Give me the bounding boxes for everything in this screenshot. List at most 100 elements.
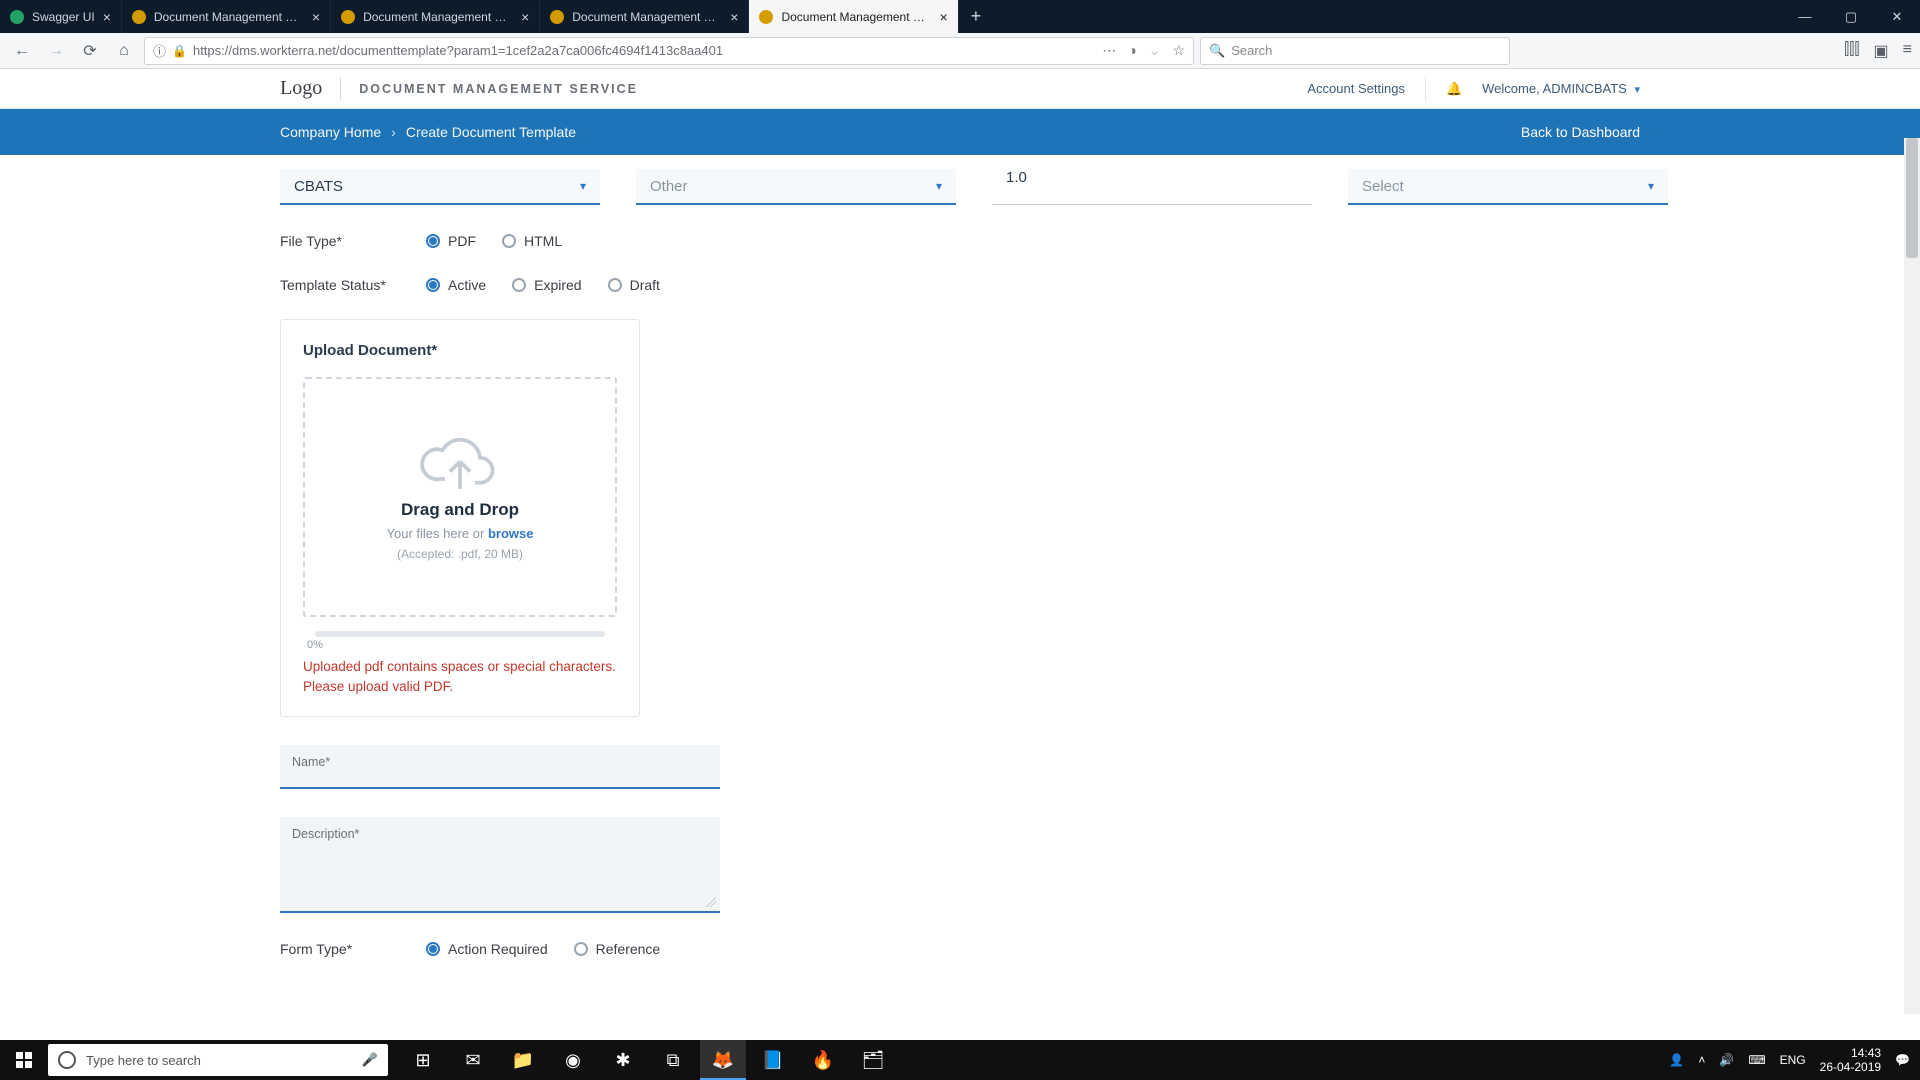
slack-icon[interactable]: ✱ bbox=[600, 1040, 646, 1080]
scrollbar[interactable] bbox=[1904, 138, 1920, 1014]
chrome-icon[interactable]: ◉ bbox=[550, 1040, 596, 1080]
close-icon[interactable]: × bbox=[312, 9, 320, 25]
bell-icon[interactable]: 🔔 bbox=[1446, 81, 1462, 97]
mic-icon[interactable]: 🎤 bbox=[362, 1052, 378, 1068]
crumb-home[interactable]: Company Home bbox=[280, 124, 381, 140]
back-button[interactable]: ← bbox=[8, 37, 36, 65]
radio-active[interactable]: Active bbox=[426, 277, 486, 293]
browser-navbar: ← → ⟳ ⌂ ⓘ 🔒 https://dms.workterra.net/do… bbox=[0, 33, 1920, 69]
tab-dms-1[interactable]: Document Management Servic × bbox=[122, 0, 331, 33]
generic-select[interactable]: Select ▾ bbox=[1348, 169, 1668, 205]
field-label: Description* bbox=[292, 827, 708, 841]
sidebar-icon[interactable]: ▣ bbox=[1874, 41, 1889, 61]
taskbar-search[interactable]: Type here to search 🎤 bbox=[48, 1044, 388, 1076]
resize-grip-icon[interactable] bbox=[706, 897, 716, 907]
tab-label: Document Management Servic bbox=[154, 10, 304, 24]
service-title: DOCUMENT MANAGEMENT SERVICE bbox=[359, 82, 638, 96]
address-bar[interactable]: ⓘ 🔒 https://dms.workterra.net/documentte… bbox=[144, 37, 1194, 65]
task-view-icon[interactable]: ⊞ bbox=[400, 1040, 446, 1080]
lock-icon: 🔒 bbox=[172, 44, 187, 58]
tab-dms-2[interactable]: Document Management Servic × bbox=[331, 0, 540, 33]
radio-html[interactable]: HTML bbox=[502, 233, 562, 249]
tab-swagger[interactable]: Swagger UI × bbox=[0, 0, 122, 33]
back-to-dashboard[interactable]: Back to Dashboard bbox=[1521, 124, 1640, 140]
user-menu[interactable]: Welcome, ADMINCBATS ▾ bbox=[1482, 81, 1640, 96]
maximize-icon[interactable]: ▢ bbox=[1828, 0, 1874, 33]
search-placeholder: Type here to search bbox=[86, 1053, 201, 1068]
radio-pdf[interactable]: PDF bbox=[426, 233, 476, 249]
close-icon[interactable]: × bbox=[103, 9, 111, 25]
radio-expired[interactable]: Expired bbox=[512, 277, 581, 293]
select-value: Other bbox=[650, 178, 688, 195]
logo: Logo bbox=[280, 77, 341, 100]
vscode-icon[interactable]: ⧉ bbox=[650, 1040, 696, 1080]
start-button[interactable] bbox=[0, 1052, 48, 1068]
version-input[interactable]: 1.0 bbox=[992, 169, 1312, 205]
tab-dms-active[interactable]: Document Management Servic × bbox=[749, 0, 958, 33]
category-select[interactable]: Other ▾ bbox=[636, 169, 956, 205]
action-center-icon[interactable]: 💬 bbox=[1895, 1053, 1910, 1067]
people-icon[interactable]: 👤 bbox=[1669, 1053, 1684, 1067]
favicon-icon bbox=[132, 10, 146, 24]
explorer-icon[interactable]: 📁 bbox=[500, 1040, 546, 1080]
close-icon[interactable]: × bbox=[730, 9, 738, 25]
tab-dms-3[interactable]: Document Management Servic × bbox=[540, 0, 749, 33]
language-indicator[interactable]: ENG bbox=[1780, 1053, 1806, 1067]
mail-icon[interactable]: ✉ bbox=[450, 1040, 496, 1080]
radio-action-required[interactable]: Action Required bbox=[426, 941, 548, 957]
menu-icon[interactable]: ≡ bbox=[1903, 41, 1912, 61]
account-settings-link[interactable]: Account Settings bbox=[1307, 81, 1405, 96]
browser-tabstrip: Swagger UI × Document Management Servic … bbox=[0, 0, 1920, 33]
radio-label: Action Required bbox=[448, 941, 548, 957]
library-icon[interactable]: ⫿⫿⫿ bbox=[1844, 41, 1859, 61]
progress-bar bbox=[315, 631, 605, 637]
app-icon[interactable]: 🔥 bbox=[800, 1040, 846, 1080]
chevron-down-icon: ▾ bbox=[936, 179, 942, 193]
radio-draft[interactable]: Draft bbox=[608, 277, 660, 293]
volume-icon[interactable]: 🔊 bbox=[1719, 1053, 1734, 1067]
bookmark-icon[interactable]: ☆ bbox=[1172, 42, 1185, 59]
close-icon[interactable]: × bbox=[939, 9, 947, 25]
upload-card: Upload Document* Drag and Drop Your file… bbox=[280, 319, 640, 717]
close-window-icon[interactable]: ✕ bbox=[1874, 0, 1920, 33]
clock-time: 14:43 bbox=[1820, 1046, 1881, 1060]
radio-reference[interactable]: Reference bbox=[574, 941, 661, 957]
dropzone[interactable]: Drag and Drop Your files here or browse … bbox=[303, 377, 617, 617]
pocket-icon[interactable]: ⌄ bbox=[1149, 42, 1161, 59]
dd-sub: Your files here or browse bbox=[387, 526, 534, 541]
field-label: Name* bbox=[292, 755, 708, 769]
reload-button[interactable]: ⟳ bbox=[76, 37, 104, 65]
home-button[interactable]: ⌂ bbox=[110, 37, 138, 65]
windows-icon bbox=[16, 1052, 32, 1068]
clock[interactable]: 14:43 26-04-2019 bbox=[1820, 1046, 1881, 1075]
notepad-icon[interactable]: 📘 bbox=[750, 1040, 796, 1080]
window-controls: — ▢ ✕ bbox=[1782, 0, 1920, 33]
description-field[interactable]: Description* bbox=[280, 817, 720, 913]
company-select[interactable]: CBATS ▾ bbox=[280, 169, 600, 205]
file-type-label: File Type* bbox=[280, 233, 400, 249]
minimize-icon[interactable]: — bbox=[1782, 0, 1828, 33]
name-field[interactable]: Name* bbox=[280, 745, 720, 789]
forward-button[interactable]: → bbox=[42, 37, 70, 65]
select-value: Select bbox=[1362, 178, 1404, 195]
favicon-icon bbox=[10, 10, 24, 24]
browse-link[interactable]: browse bbox=[488, 526, 534, 541]
chevron-right-icon: › bbox=[391, 124, 396, 140]
scrollbar-thumb[interactable] bbox=[1906, 138, 1918, 258]
input-value: 1.0 bbox=[1006, 169, 1027, 186]
new-tab-button[interactable]: + bbox=[959, 0, 994, 33]
more-icon[interactable]: ⋯ bbox=[1102, 42, 1116, 59]
favicon-icon bbox=[550, 10, 564, 24]
keyboard-icon[interactable]: ⌨ bbox=[1748, 1053, 1765, 1067]
app-header: Logo DOCUMENT MANAGEMENT SERVICE Account… bbox=[0, 69, 1920, 109]
dd-sub-prefix: Your files here or bbox=[387, 526, 488, 541]
close-icon[interactable]: × bbox=[521, 9, 529, 25]
url-text: https://dms.workterra.net/documenttempla… bbox=[193, 43, 723, 58]
firefox-icon[interactable]: 🦊 bbox=[700, 1040, 746, 1080]
reader-icon[interactable]: ◑ bbox=[1128, 42, 1136, 59]
browser-search[interactable]: 🔍 Search bbox=[1200, 37, 1510, 65]
radio-label: Reference bbox=[596, 941, 661, 957]
tray-chevron-icon[interactable]: ˄ bbox=[1698, 1053, 1705, 1067]
upload-error: Uploaded pdf contains spaces or special … bbox=[303, 657, 617, 698]
app-icon[interactable]: 🗂 bbox=[850, 1040, 896, 1080]
